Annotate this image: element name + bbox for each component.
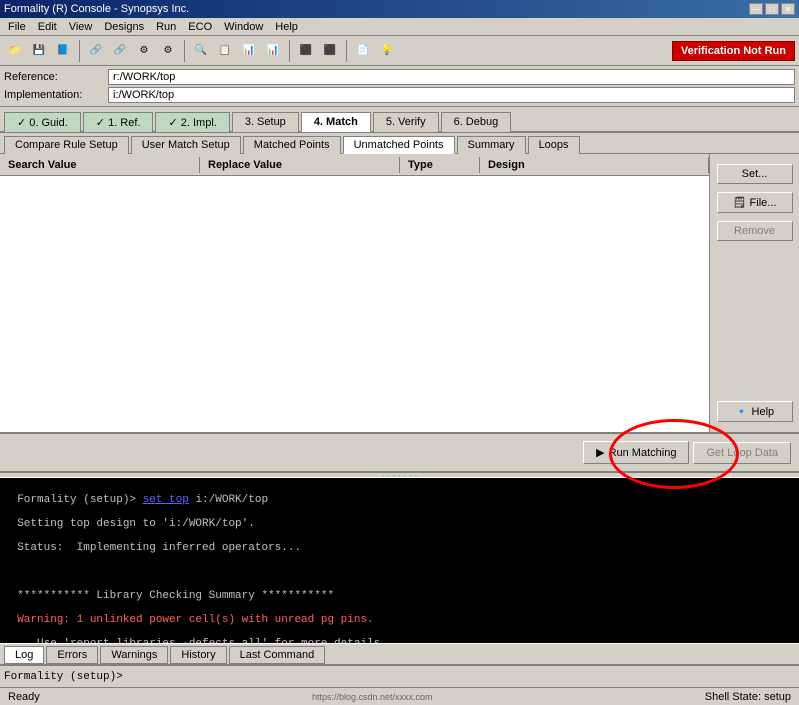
menu-file[interactable]: File [2, 20, 32, 34]
sub-tab-unmatched-points[interactable]: Unmatched Points [343, 136, 455, 154]
tb-sep-4 [346, 40, 347, 62]
implementation-label: Implementation: [4, 89, 104, 101]
table-header: Search Value Replace Value Type Design [0, 154, 709, 176]
right-panel: Set... 🗒 File... Remove 🔹 Help [709, 154, 799, 432]
run-matching-icon: ▶ [596, 446, 604, 459]
console-tab-log[interactable]: Log [4, 646, 44, 664]
status-bar: Ready https://blog.csdn.net/xxxx.com She… [0, 687, 799, 705]
sub-tab-compare-rule[interactable]: Compare Rule Setup [4, 136, 129, 154]
tb-icon-1[interactable]: 📁 [4, 40, 26, 62]
menu-eco[interactable]: ECO [182, 20, 218, 34]
remove-button[interactable]: Remove [717, 221, 793, 241]
get-loop-data-label: Get Loop Data [706, 447, 778, 459]
implementation-row: Implementation: i:/WORK/top [4, 86, 795, 104]
verification-badge: Verification Not Run [672, 41, 795, 61]
step-tabs: ✓ 0. Guid. ✓ 1. Ref. ✓ 2. Impl. 3. Setup… [0, 107, 799, 133]
tb-icon-7[interactable]: ⚙ [157, 40, 179, 62]
menu-view[interactable]: View [63, 20, 99, 34]
get-loop-data-button[interactable]: Get Loop Data [693, 442, 791, 464]
menu-edit[interactable]: Edit [32, 20, 63, 34]
title-bar-controls: — □ ✕ [749, 3, 795, 15]
step-tab-1-ref[interactable]: ✓ 1. Ref. [83, 112, 154, 132]
step-tab-4-match[interactable]: 4. Match [301, 112, 371, 132]
tb-icon-8[interactable]: 🔍 [190, 40, 212, 62]
window-title: Formality (R) Console - Synopsys Inc. [4, 3, 189, 15]
menu-run[interactable]: Run [150, 20, 182, 34]
tb-icon-11[interactable]: 📊 [262, 40, 284, 62]
console-tabs: Log Errors Warnings History Last Command [0, 643, 799, 665]
ref-impl-bar: Reference: r:/WORK/top Implementation: i… [0, 66, 799, 107]
sub-tab-matched-points[interactable]: Matched Points [243, 136, 341, 154]
tb-icon-4[interactable]: 🔗 [85, 40, 107, 62]
col-header-design: Design [480, 157, 709, 173]
tb-icon-14[interactable]: 📄 [352, 40, 374, 62]
sub-tabs: Compare Rule Setup User Match Setup Matc… [0, 133, 799, 154]
reference-row: Reference: r:/WORK/top [4, 68, 795, 86]
tb-icon-10[interactable]: 📊 [238, 40, 260, 62]
step-tab-0-guid[interactable]: ✓ 0. Guid. [4, 112, 81, 132]
console-area[interactable]: Formality (setup)> set top i:/WORK/top S… [0, 478, 799, 643]
step-tab-2-impl[interactable]: ✓ 2. Impl. [155, 112, 229, 132]
menu-help[interactable]: Help [269, 20, 304, 34]
reference-label: Reference: [4, 71, 104, 83]
cmd-bar: Formality (setup)> [0, 665, 799, 687]
action-bar: ▶ Run Matching Get Loop Data [0, 434, 799, 472]
table-body [0, 176, 709, 432]
shell-state: Shell State: setup [705, 691, 791, 703]
tb-icon-9[interactable]: 📋 [214, 40, 236, 62]
console-tab-last-command[interactable]: Last Command [229, 646, 326, 664]
run-matching-button[interactable]: ▶ Run Matching [583, 441, 689, 464]
col-header-replace: Replace Value [200, 157, 400, 173]
sub-tab-user-match[interactable]: User Match Setup [131, 136, 241, 154]
reference-value: r:/WORK/top [108, 69, 795, 85]
tb-sep-3 [289, 40, 290, 62]
title-bar: Formality (R) Console - Synopsys Inc. — … [0, 0, 799, 18]
run-matching-label: Run Matching [609, 447, 677, 459]
console-tab-errors[interactable]: Errors [46, 646, 98, 664]
set-top-link[interactable]: set top [143, 494, 189, 506]
tb-icon-13[interactable]: ⬛ [319, 40, 341, 62]
menu-bar: File Edit View Designs Run ECO Window He… [0, 18, 799, 36]
step-tab-5-verify[interactable]: 5. Verify [373, 112, 439, 132]
table-area: Search Value Replace Value Type Design [0, 154, 709, 432]
console-tab-warnings[interactable]: Warnings [100, 646, 168, 664]
tb-icon-3[interactable]: 📘 [52, 40, 74, 62]
implementation-value: i:/WORK/top [108, 87, 795, 103]
minimize-button[interactable]: — [749, 3, 763, 15]
step-tab-6-debug[interactable]: 6. Debug [441, 112, 512, 132]
menu-designs[interactable]: Designs [98, 20, 150, 34]
sub-tab-summary[interactable]: Summary [457, 136, 526, 154]
step-tab-3-setup[interactable]: 3. Setup [232, 112, 299, 132]
help-section: 🔹 Help [717, 401, 793, 422]
sub-tab-loops[interactable]: Loops [528, 136, 580, 154]
tb-sep-2 [184, 40, 185, 62]
console-tab-history[interactable]: History [170, 646, 226, 664]
tb-icon-2[interactable]: 💾 [28, 40, 50, 62]
menu-window[interactable]: Window [218, 20, 269, 34]
help-button[interactable]: 🔹 Help [717, 401, 793, 422]
tb-icon-6[interactable]: ⚙ [133, 40, 155, 62]
status-left: Ready [8, 691, 40, 703]
tb-icon-5[interactable]: 🔗 [109, 40, 131, 62]
col-header-search: Search Value [0, 157, 200, 173]
toolbar: 📁 💾 📘 🔗 🔗 ⚙ ⚙ 🔍 📋 📊 📊 ⬛ ⬛ 📄 💡 Verificati… [0, 36, 799, 66]
tb-icon-15[interactable]: 💡 [376, 40, 398, 62]
cmd-prompt: Formality (setup)> [4, 671, 123, 683]
cmd-input[interactable] [123, 671, 795, 683]
maximize-button[interactable]: □ [765, 3, 779, 15]
col-header-type: Type [400, 157, 480, 173]
close-button[interactable]: ✕ [781, 3, 795, 15]
tb-icon-12[interactable]: ⬛ [295, 40, 317, 62]
tb-sep-1 [79, 40, 80, 62]
set-button[interactable]: Set... [717, 164, 793, 184]
main-content: Search Value Replace Value Type Design S… [0, 154, 799, 434]
watermark: https://blog.csdn.net/xxxx.com [312, 692, 433, 702]
file-button[interactable]: 🗒 File... [717, 192, 793, 213]
